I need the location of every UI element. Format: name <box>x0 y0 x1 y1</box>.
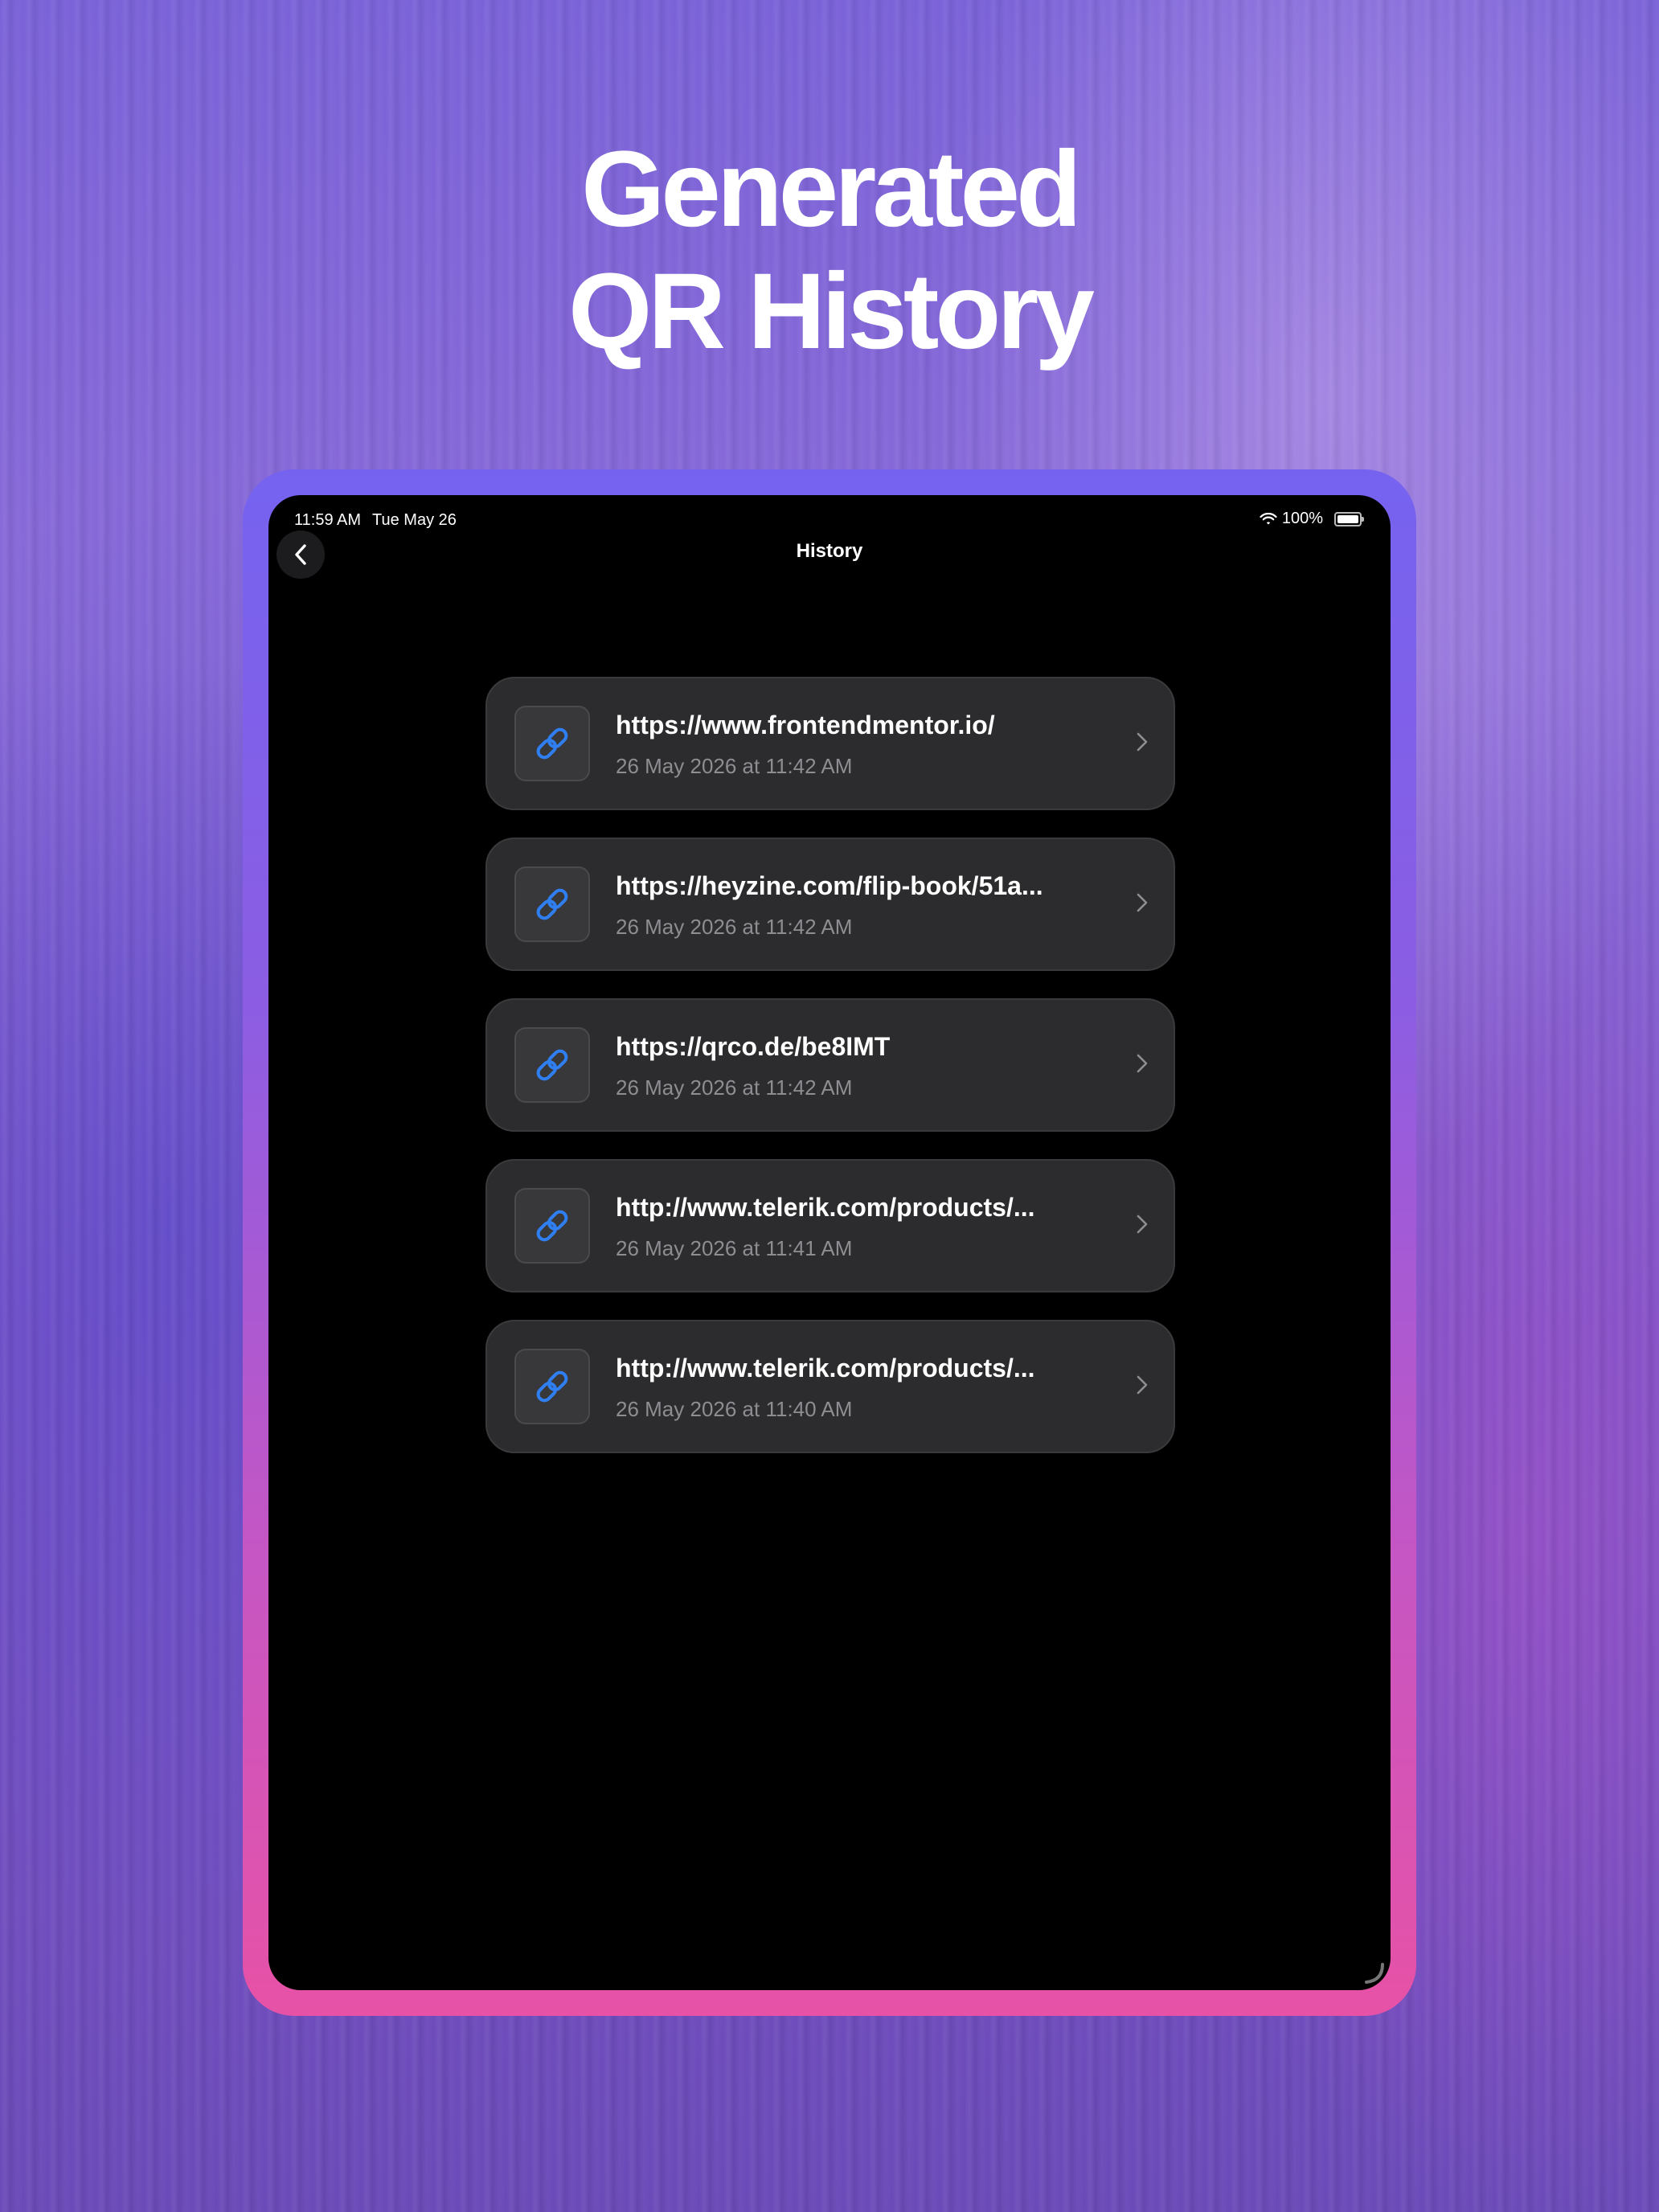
history-item[interactable]: http://www.telerik.com/products/... 26 M… <box>485 1159 1175 1292</box>
battery-icon <box>1334 511 1364 526</box>
item-date: 26 May 2026 at 11:42 AM <box>616 1075 853 1100</box>
history-item[interactable]: https://heyzine.com/flip-book/51a... 26 … <box>485 838 1175 971</box>
link-icon <box>536 1210 568 1242</box>
hero-title-line-2: QR History <box>568 252 1095 371</box>
corner-resize-icon <box>1365 1963 1384 1984</box>
device-frame: 11:59 AM Tue May 26 100% History https:/… <box>243 469 1416 2016</box>
link-icon <box>536 1049 568 1081</box>
item-date: 26 May 2026 at 11:40 AM <box>616 1397 853 1421</box>
item-title: https://qrco.de/be8IMT <box>616 1032 891 1061</box>
history-list: https://www.frontendmentor.io/ 26 May 20… <box>485 677 1175 1481</box>
battery-percent: 100% <box>1281 510 1323 527</box>
chevron-right-icon <box>1137 732 1148 752</box>
item-title: https://www.frontendmentor.io/ <box>616 711 995 739</box>
item-date: 26 May 2026 at 11:42 AM <box>616 915 853 939</box>
item-icon-box <box>514 1349 590 1424</box>
history-item[interactable]: https://www.frontendmentor.io/ 26 May 20… <box>485 677 1175 810</box>
wifi-icon <box>1260 512 1277 524</box>
device-screen: 11:59 AM Tue May 26 100% History https:/… <box>268 495 1391 1990</box>
link-icon <box>536 727 568 760</box>
status-bar: 11:59 AM Tue May 26 100% <box>268 495 1391 535</box>
hero-title-line-1: Generated <box>581 129 1082 249</box>
item-title: http://www.telerik.com/products/... <box>616 1354 1035 1382</box>
status-right: 100% <box>1260 510 1364 528</box>
nav-title: History <box>796 540 863 562</box>
item-title: https://heyzine.com/flip-book/51a... <box>616 871 1043 900</box>
status-left: 11:59 AM Tue May 26 <box>294 511 457 530</box>
history-item[interactable]: http://www.telerik.com/products/... 26 M… <box>485 1320 1175 1453</box>
status-date: Tue May 26 <box>372 511 457 529</box>
item-icon-box <box>514 1027 590 1103</box>
chevron-right-icon <box>1137 893 1148 912</box>
hero-title: Generated QR History <box>0 129 1659 373</box>
link-icon <box>536 1370 568 1403</box>
item-icon-box <box>514 706 590 781</box>
chevron-right-icon <box>1137 1375 1148 1395</box>
chevron-right-icon <box>1137 1054 1148 1073</box>
status-time: 11:59 AM <box>294 511 362 529</box>
item-title: http://www.telerik.com/products/... <box>616 1193 1035 1222</box>
item-date: 26 May 2026 at 11:41 AM <box>616 1236 853 1260</box>
link-icon <box>536 888 568 920</box>
item-icon-box <box>514 866 590 942</box>
history-item[interactable]: https://qrco.de/be8IMT 26 May 2026 at 11… <box>485 998 1175 1132</box>
item-date: 26 May 2026 at 11:42 AM <box>616 754 853 778</box>
chevron-right-icon <box>1137 1215 1148 1234</box>
item-icon-box <box>514 1188 590 1264</box>
